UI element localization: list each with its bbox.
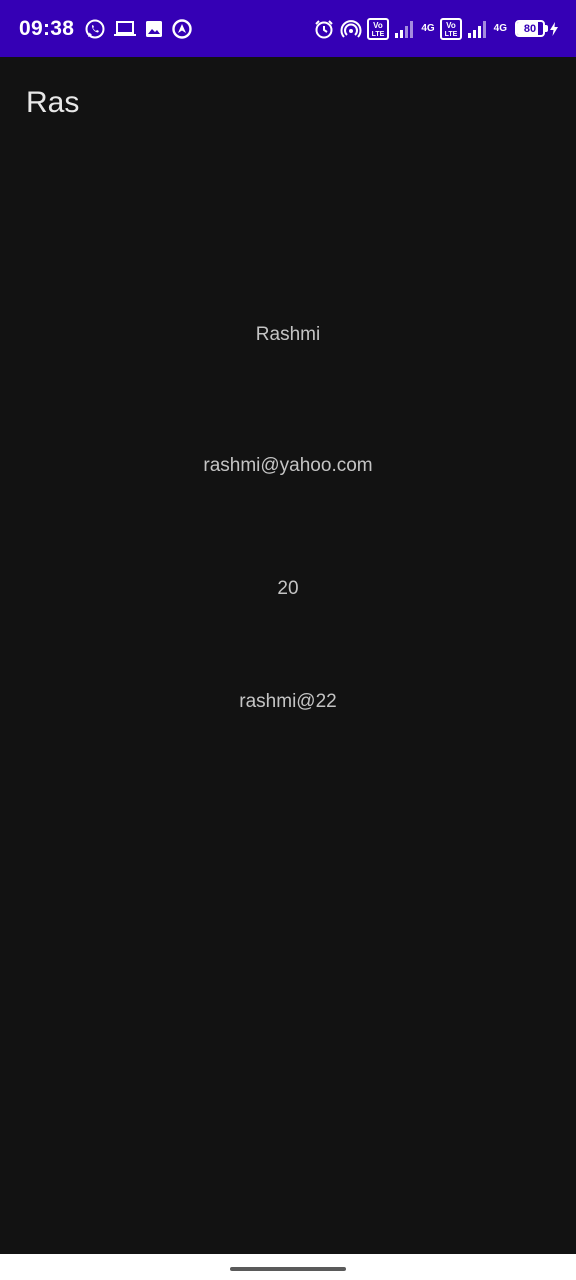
hotspot-icon (340, 18, 362, 40)
svg-text:Vo: Vo (373, 21, 383, 30)
signal-icon (394, 19, 416, 39)
status-time: 09:38 (19, 16, 75, 40)
status-left: 09:38 (19, 17, 200, 41)
4g-icon: 4G (421, 22, 435, 34)
status-right: Vo LTE 4G Vo LTE 4G 80 (313, 17, 558, 40)
battery-body: 80 (515, 20, 545, 37)
svg-text:LTE: LTE (444, 31, 457, 38)
svg-text:Vo: Vo (446, 21, 456, 30)
status-bar: 09:38 Vo LTE 4G Vo LTE 4G 80 (0, 0, 576, 57)
navigation-bar (0, 1254, 576, 1280)
battery-tip (545, 25, 548, 32)
name-text: Rashmi (255, 324, 321, 345)
volte-icon: Vo LTE (439, 17, 462, 40)
volte-icon: Vo LTE (367, 17, 390, 40)
battery-icon: 80 (515, 20, 548, 37)
battery-level: 80 (523, 22, 537, 35)
alarm-icon (313, 18, 335, 40)
page-title: Ras (26, 86, 80, 119)
4g-icon: 4G (493, 22, 507, 34)
signal-icon (467, 19, 489, 39)
location-sharing-icon (171, 18, 193, 40)
whatsapp-icon (84, 18, 106, 40)
app-bar: Ras (0, 57, 576, 149)
svg-text:LTE: LTE (372, 31, 385, 38)
charging-icon (550, 21, 558, 36)
laptop-icon (113, 19, 137, 39)
image-icon (144, 19, 164, 39)
password-text: rashmi@22 (239, 691, 337, 712)
email-text: rashmi@yahoo.com (203, 455, 373, 476)
home-gesture-handle[interactable] (230, 1267, 346, 1271)
age-text: 20 (277, 578, 299, 599)
